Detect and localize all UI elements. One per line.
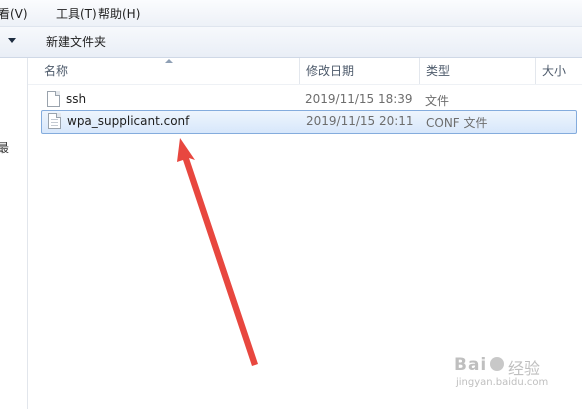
baidu-logo: Bai [454,355,488,375]
watermark: Bai 经验 jingyan.baidu.com [454,355,564,395]
paw-icon [490,357,504,371]
watermark-url: jingyan.baidu.com [456,377,549,388]
watermark-text: 经验 [508,359,541,378]
annotation-arrow [177,138,258,366]
